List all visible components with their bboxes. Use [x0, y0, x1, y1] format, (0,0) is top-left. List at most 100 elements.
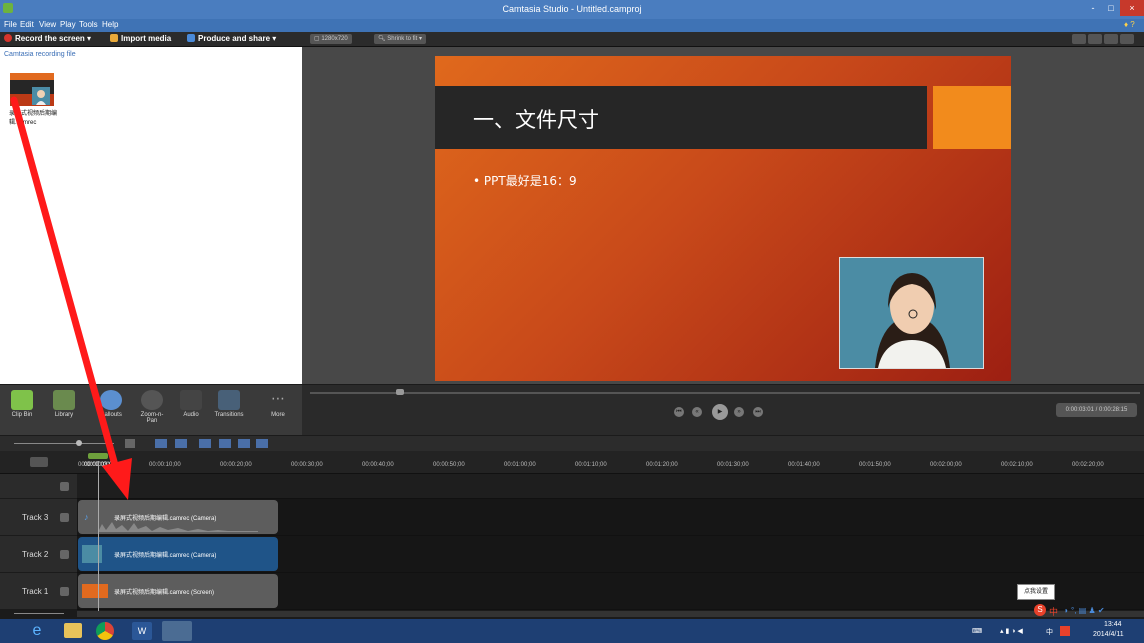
tab-audio[interactable]: Audio: [175, 385, 207, 435]
playhead-marker[interactable]: [88, 453, 108, 459]
maximize-button[interactable]: □: [1102, 0, 1120, 16]
record-icon: [4, 34, 12, 42]
file-explorer-icon[interactable]: [64, 623, 82, 638]
tray-icons[interactable]: ▴ ▮ ◑ ◀: [1000, 627, 1023, 635]
preview-seek-handle[interactable]: [396, 389, 404, 395]
ime-tooltip: 点我设置: [1017, 584, 1055, 600]
minimize-button[interactable]: -: [1084, 0, 1102, 16]
sogou-tray-icon[interactable]: [1060, 626, 1070, 636]
track-label-2: Track 2: [22, 550, 49, 559]
produce-icon: [187, 34, 195, 42]
next-clip-button[interactable]: ⏭: [753, 407, 763, 417]
timeline-ruler[interactable]: 00:00:00;00 00:00:10;00 00:00:20;00 00:00:3…: [0, 451, 1144, 474]
zoom-dropdown[interactable]: 🔍︎ Shrink to fit ▾: [374, 34, 426, 44]
clip-thumbnail-camera: [82, 545, 102, 563]
ruler-tick-label: 00:01:40;00: [788, 462, 820, 468]
track-settings-icon[interactable]: [30, 457, 48, 467]
timeline-zoom-slider[interactable]: [14, 443, 114, 444]
previous-clip-button[interactable]: ⏮: [674, 407, 684, 417]
undo-icon[interactable]: [155, 439, 167, 448]
play-button[interactable]: ▶: [712, 404, 728, 420]
ruler-tick-label: 00:00:10;00: [149, 462, 181, 468]
menu-bar: File Edit View Play Tools Help ♦ ?: [0, 19, 1144, 32]
ime-tools-icon[interactable]: ◗ °, ▤ ♟ ✔: [1064, 606, 1105, 615]
menu-play[interactable]: Play: [60, 20, 76, 29]
detach-icon[interactable]: [1072, 34, 1086, 44]
main-toolbar: Record the screen ▾ Import media Produce…: [0, 32, 1144, 47]
timeline-clip-camera[interactable]: 录屏式视频后期编辑.camrec (Camera): [78, 537, 278, 571]
record-screen-button[interactable]: Record the screen ▾: [4, 34, 91, 43]
tray-language[interactable]: 中: [1046, 627, 1053, 637]
callouts-icon: [100, 390, 122, 410]
cut-icon[interactable]: [199, 439, 211, 448]
redo-icon[interactable]: [175, 439, 187, 448]
word-icon[interactable]: W: [132, 622, 152, 640]
transitions-icon: [218, 390, 240, 410]
menu-file[interactable]: File: [4, 20, 17, 29]
track-lane-empty[interactable]: [77, 474, 1144, 499]
tab-zoom-n-pan[interactable]: Zoom-n-Pan: [136, 385, 168, 435]
split-icon[interactable]: [219, 439, 231, 448]
ruler-tick-label: 00:00:50;00: [433, 462, 465, 468]
tab-library[interactable]: Library: [48, 385, 80, 435]
ime-toolbar[interactable]: S 中 ◗ °, ▤ ♟ ✔: [1034, 604, 1142, 618]
zoom-icon: [141, 390, 163, 410]
sogou-icon[interactable]: S: [1034, 604, 1046, 616]
clip-thumbnail-screen: [82, 584, 108, 598]
internet-explorer-icon[interactable]: e: [22, 621, 52, 641]
track-header-3: Track 3: [0, 499, 77, 535]
audio-note-icon: ♪: [84, 512, 89, 522]
help-icon[interactable]: ♦ ?: [1124, 20, 1135, 29]
step-forward-button[interactable]: »: [734, 407, 744, 417]
settings-icon[interactable]: [1088, 34, 1102, 44]
track-lock-icon[interactable]: [60, 550, 69, 559]
paste-icon[interactable]: [256, 439, 268, 448]
track-height-slider[interactable]: [14, 613, 64, 614]
preview-seek-bar[interactable]: [310, 392, 1140, 394]
clock-time[interactable]: 13:44: [1104, 621, 1122, 628]
menu-help[interactable]: Help: [102, 20, 118, 29]
add-track-icon[interactable]: [60, 482, 69, 491]
menu-edit[interactable]: Edit: [20, 20, 34, 29]
keyboard-icon[interactable]: ⌨: [972, 627, 982, 635]
tab-more[interactable]: ⋯ More: [262, 385, 294, 435]
folder-icon: [110, 34, 118, 42]
ruler-tick-label: 00:01:50;00: [859, 462, 891, 468]
ruler-tick-label: 00:01:20;00: [646, 462, 678, 468]
window-title: Camtasia Studio - Untitled.camproj: [502, 4, 642, 14]
playhead-line[interactable]: [98, 461, 99, 611]
timeline-zoom-handle[interactable]: [76, 440, 82, 446]
ruler-tick-label: 00:01:10;00: [575, 462, 607, 468]
clock-date[interactable]: 2014/4/11: [1093, 631, 1124, 638]
import-media-button[interactable]: Import media: [110, 34, 171, 43]
clip-thumbnail[interactable]: [10, 73, 54, 106]
track-header-2: Track 2: [0, 536, 77, 572]
menu-view[interactable]: View: [39, 20, 56, 29]
taskbar: e W ⌨ ▴ ▮ ◑ ◀ 中 13:44 2014/4/11: [0, 619, 1144, 643]
zoom-in-icon[interactable]: [125, 439, 135, 448]
resolution-dropdown[interactable]: ▢ 1280x720: [310, 34, 352, 44]
ruler-tick-label: 00:00:40;00: [362, 462, 394, 468]
chrome-icon[interactable]: [96, 622, 114, 640]
tab-clip-bin[interactable]: Clip Bin: [6, 385, 38, 435]
playback-controls: ⏮ « ▶ » ⏭ 0:00:03:01 / 0:00:28:15: [302, 385, 1144, 435]
timeline-scrollbar[interactable]: [77, 611, 1144, 617]
camtasia-taskbar-icon[interactable]: [162, 621, 192, 641]
timeline-clip-audio[interactable]: ♪ 录屏式视频后期编辑.camrec (Camera): [78, 500, 278, 534]
timeline-clip-screen[interactable]: 录屏式视频后期编辑.camrec (Screen): [78, 574, 278, 608]
copy-icon[interactable]: [238, 439, 250, 448]
camera-overlay[interactable]: [839, 257, 984, 369]
produce-share-button[interactable]: Produce and share ▾: [187, 34, 276, 43]
tab-callouts[interactable]: Callouts: [95, 385, 127, 435]
fullscreen-icon[interactable]: [1104, 34, 1118, 44]
track-lock-icon[interactable]: [60, 587, 69, 596]
menu-tools[interactable]: Tools: [79, 20, 98, 29]
track-label-1: Track 1: [22, 587, 49, 596]
ime-mode[interactable]: 中: [1049, 605, 1058, 618]
tab-transitions[interactable]: Transitions: [213, 385, 245, 435]
ruler-tick-label: 00:00:30;00: [291, 462, 323, 468]
step-back-button[interactable]: «: [692, 407, 702, 417]
close-button[interactable]: ×: [1120, 0, 1144, 16]
track-lock-icon[interactable]: [60, 513, 69, 522]
view-icon[interactable]: [1120, 34, 1134, 44]
